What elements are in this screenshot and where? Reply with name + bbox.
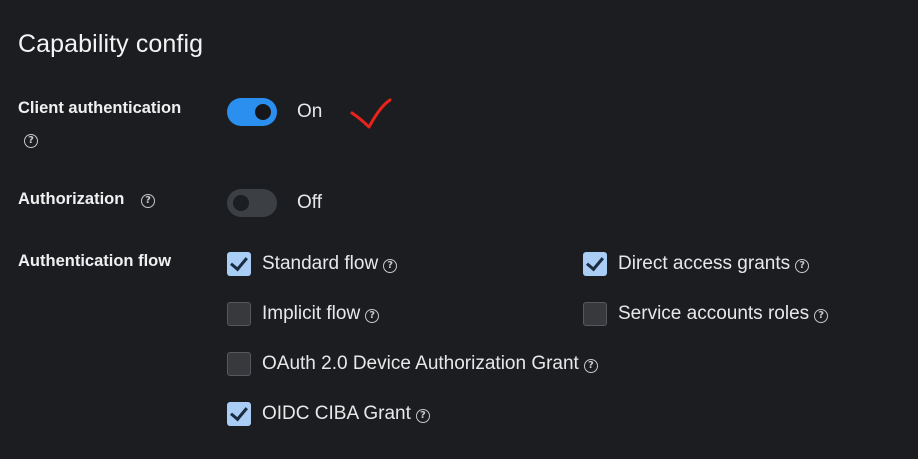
capability-config-panel: Capability config Client authentication … xyxy=(0,0,918,459)
authorization-label: Authorization xyxy=(18,190,125,208)
option-oauth-device-authorization-grant[interactable]: OAuth 2.0 Device Authorization Grant ? xyxy=(227,351,598,377)
authorization-toggle[interactable] xyxy=(227,189,277,217)
client-authentication-help-icon[interactable]: ? xyxy=(24,134,38,148)
option-service-accounts-roles[interactable]: Service accounts roles ? xyxy=(583,301,829,327)
standard-flow-label: Standard flow xyxy=(262,253,379,274)
implicit-flow-checkbox[interactable] xyxy=(227,302,251,326)
service-accounts-roles-help-icon[interactable]: ? xyxy=(814,308,829,323)
service-accounts-roles-checkbox[interactable] xyxy=(583,302,607,326)
authorization-state: Off xyxy=(297,192,322,213)
implicit-flow-label: Implicit flow xyxy=(262,303,361,324)
client-authentication-state: On xyxy=(297,101,323,122)
oauth-device-authorization-grant-label: OAuth 2.0 Device Authorization Grant xyxy=(262,353,579,374)
oidc-ciba-grant-help-icon[interactable]: ? xyxy=(415,408,430,423)
option-implicit-flow[interactable]: Implicit flow ? xyxy=(227,301,380,327)
toggle-knob xyxy=(255,104,271,120)
standard-flow-help-icon[interactable]: ? xyxy=(383,258,398,273)
oauth-device-authorization-grant-help-icon[interactable]: ? xyxy=(583,358,598,373)
toggle-knob xyxy=(233,195,249,211)
standard-flow-checkbox[interactable] xyxy=(227,252,251,276)
client-authentication-label: Client authentication xyxy=(18,99,182,117)
direct-access-grants-label: Direct access grants xyxy=(618,253,791,274)
authentication-flow-label: Authentication flow xyxy=(18,252,172,270)
direct-access-grants-help-icon[interactable]: ? xyxy=(795,258,810,273)
authorization-help-icon[interactable]: ? xyxy=(141,194,155,208)
oidc-ciba-grant-checkbox[interactable] xyxy=(227,402,251,426)
option-direct-access-grants[interactable]: Direct access grants ? xyxy=(583,251,810,277)
implicit-flow-help-icon[interactable]: ? xyxy=(365,308,380,323)
direct-access-grants-checkbox[interactable] xyxy=(583,252,607,276)
client-authentication-toggle[interactable] xyxy=(227,98,277,126)
option-standard-flow[interactable]: Standard flow ? xyxy=(227,251,398,277)
service-accounts-roles-label: Service accounts roles xyxy=(618,303,810,324)
section-title: Capability config xyxy=(18,30,204,58)
option-oidc-ciba-grant[interactable]: OIDC CIBA Grant ? xyxy=(227,401,430,427)
oidc-ciba-grant-label: OIDC CIBA Grant xyxy=(262,403,411,424)
red-checkmark-annotation xyxy=(350,98,392,129)
oauth-device-authorization-grant-checkbox[interactable] xyxy=(227,352,251,376)
